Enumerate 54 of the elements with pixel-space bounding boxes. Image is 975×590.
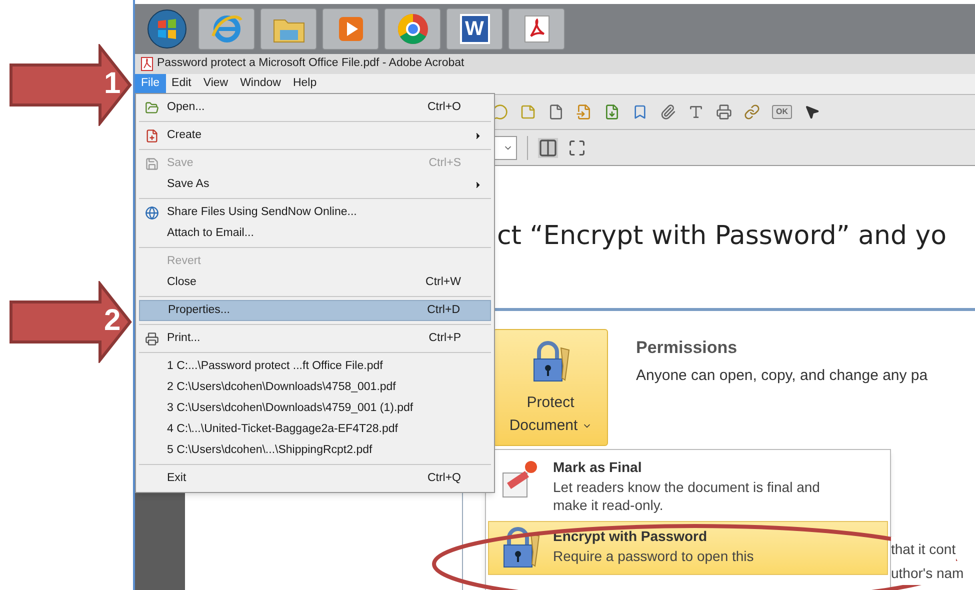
option-title: Mark as Final: [553, 458, 643, 477]
permissions-title: Permissions: [636, 337, 738, 359]
floppy-icon: [145, 156, 159, 170]
link-icon[interactable]: [744, 104, 760, 120]
menu-item[interactable]: 4 C:\...\United-Ticket-Baggage2a-EF4T28.pdf: [139, 419, 491, 440]
print-icon[interactable]: [716, 104, 732, 120]
menu-item[interactable]: Attach to Email...: [139, 223, 491, 244]
menu-item[interactable]: 3 C:\Users\dcohen\Downloads\4759_001 (1).pdf: [139, 398, 491, 419]
background-text: uthor's nam: [891, 561, 964, 585]
menu-bar-item[interactable]: View: [197, 74, 234, 94]
option-description: Require a password to open this: [553, 547, 755, 565]
start-orb-icon[interactable]: [147, 9, 187, 49]
page-download-icon[interactable]: [604, 104, 620, 120]
globe-icon: [145, 206, 159, 220]
permissions-text: Anyone can open, copy, and change any pa: [636, 366, 929, 386]
menu-item[interactable]: Exit Ctrl+Q: [139, 468, 491, 489]
background-text: that it cont: [891, 537, 956, 561]
menu-item[interactable]: Close Ctrl+W: [139, 272, 491, 293]
bookmark-icon[interactable]: [632, 104, 648, 120]
menu-item[interactable]: Create: [139, 125, 491, 146]
menu-bar-item[interactable]: Window: [234, 74, 287, 94]
lock-key-icon: [530, 340, 570, 384]
menu-item[interactable]: 2 C:\Users\dcohen\Downloads\4758_001.pdf: [139, 377, 491, 398]
paperclip-icon[interactable]: [660, 104, 676, 120]
pdf-icon[interactable]: [522, 14, 552, 44]
menu-item[interactable]: 5 C:\Users\dcohen\...\ShippingRcpt2.pdf: [139, 440, 491, 461]
fit-width-icon[interactable]: [538, 138, 558, 158]
step-number: 2: [104, 303, 121, 339]
text-tool-icon[interactable]: [688, 104, 704, 120]
window-title: Password protect a Microsoft Office File.pdf - Adobe Acrobat: [157, 56, 464, 72]
chrome-icon[interactable]: [396, 12, 430, 46]
page-plus-icon: [145, 128, 159, 142]
folder-icon: [145, 100, 159, 114]
dropdown-item[interactable]: Mark as Final Let readers know the document is final and make it read-only.: [488, 452, 888, 519]
fit-page-icon[interactable]: [568, 138, 586, 156]
page-arrow-icon[interactable]: [576, 104, 592, 120]
document-heading: ct “Encrypt with Password” and yo: [497, 220, 947, 252]
option-description: Let readers know the document is final and make it read-only.: [553, 478, 821, 514]
print-icon: [145, 332, 159, 346]
menu-bar-item[interactable]: Edit: [166, 74, 198, 94]
protect-document-button[interactable]: Protect Document: [493, 329, 608, 446]
menu-item[interactable]: Save As: [139, 174, 491, 195]
menu-item[interactable]: Properties... Ctrl+D: [139, 300, 491, 321]
page-icon[interactable]: [548, 104, 564, 120]
word-icon[interactable]: W: [460, 14, 490, 44]
menu-item[interactable]: Open... Ctrl+O: [139, 97, 491, 118]
pointer-icon[interactable]: [804, 104, 820, 120]
menu-item[interactable]: Share Files Using SendNow Online...: [139, 202, 491, 223]
ok-button[interactable]: OK: [772, 105, 792, 119]
step-number: 1: [104, 66, 121, 102]
pdf-icon: [141, 57, 153, 71]
menu-bar-item[interactable]: Help: [286, 74, 323, 94]
menu-item[interactable]: 1 C:...\Password protect ...ft Office File.pdf: [139, 356, 491, 377]
menu-item[interactable]: Print... Ctrl+P: [139, 328, 491, 349]
